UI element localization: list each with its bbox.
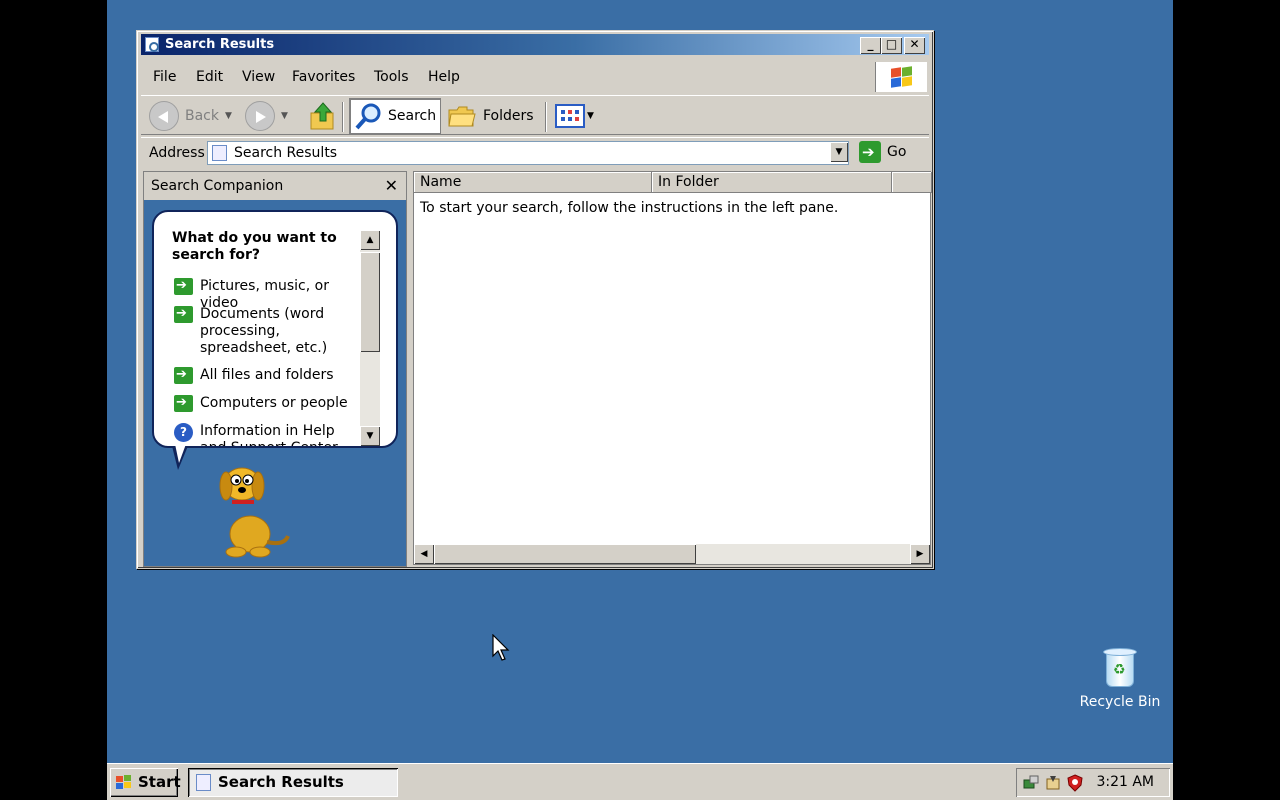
option-computers-people[interactable]: Computers or people [174,394,364,412]
menu-edit[interactable]: Edit [196,69,223,85]
search-dog-icon[interactable] [212,462,292,558]
search-button[interactable]: Search [349,98,441,134]
menu-favorites[interactable]: Favorites [292,69,355,85]
search-window-icon [145,37,159,52]
minimize-button[interactable]: _ [860,37,881,54]
address-label: Address [149,145,205,161]
forward-button[interactable]: ▼ [245,98,288,134]
option-label: Computers or people [200,395,348,411]
forward-arrow-icon [245,101,275,131]
back-dropdown-icon[interactable]: ▼ [225,111,232,121]
column-header-empty [892,172,932,193]
search-results-icon [196,774,211,791]
option-help-support[interactable]: ? Information in Help and Support Center [174,423,344,448]
menu-file[interactable]: File [153,69,176,85]
go-button[interactable]: Go [859,141,906,163]
folders-label: Folders [483,108,534,124]
taskbar: Start Search Results 3:21 AM [107,763,1173,800]
green-arrow-icon [174,366,193,384]
folders-icon [448,106,476,127]
menu-bar: File Edit View Favorites Tools Help [141,62,929,92]
option-documents[interactable]: Documents (word processing, spreadsheet,… [174,305,334,357]
windows-flag-icon [116,775,131,789]
desktop-icon-recycle-bin[interactable]: ♻ Recycle Bin [1072,648,1168,710]
help-question-icon: ? [174,423,193,442]
views-dropdown-icon[interactable]: ▼ [587,111,594,121]
menu-view[interactable]: View [242,69,275,85]
search-balloon: What do you want to search for? Pictures… [152,210,398,448]
go-label: Go [887,144,907,160]
scroll-left-button[interactable]: ◀ [414,544,434,564]
recycle-bin-label: Recycle Bin [1079,694,1161,710]
search-magnifier-icon [355,103,381,130]
column-header-in-folder[interactable]: In Folder [652,172,892,193]
results-horizontal-scrollbar[interactable]: ◀ ▶ [414,544,930,564]
address-input[interactable]: Search Results [207,141,849,165]
green-arrow-icon [174,394,193,412]
balloon-scrollbar[interactable]: ▲ ▼ [360,230,380,446]
toolbar: Back ▼ ▼ Search Folders ▼ [141,95,929,135]
scroll-right-button[interactable]: ▶ [910,544,930,564]
back-label: Back [185,108,219,124]
windows-logo-icon [875,62,927,92]
option-all-files-folders[interactable]: All files and folders [174,366,364,384]
clock[interactable]: 3:21 AM [1096,768,1154,797]
menu-tools[interactable]: Tools [374,69,409,85]
up-folder-icon [310,102,334,130]
column-header-name[interactable]: Name [414,172,652,193]
security-tools-icon[interactable] [1044,774,1062,792]
search-results-icon [212,145,227,161]
folders-button[interactable]: Folders [447,98,534,134]
menu-help[interactable]: Help [428,69,460,85]
search-label: Search [388,108,437,124]
up-folder-button[interactable] [309,98,337,134]
green-arrow-icon [174,305,193,323]
window-title: Search Results [165,37,275,52]
search-results-window: Search Results _ □ ✕ File Edit View Favo… [136,30,934,569]
companion-title: Search Companion [151,178,284,194]
search-question: What do you want to search for? [172,230,337,263]
start-label: Start [138,773,181,791]
start-button[interactable]: Start [110,768,181,797]
back-arrow-icon [149,101,179,131]
back-button[interactable]: Back ▼ [149,98,232,134]
views-icon [555,104,585,128]
scroll-thumb[interactable] [360,252,380,352]
go-arrow-icon [859,141,881,163]
option-label: Documents (word processing, spreadsheet,… [200,306,328,356]
recycle-bin-icon: ♻ [1103,648,1137,688]
taskbar-item-search-results[interactable]: Search Results [188,768,398,797]
address-bar: Address Search Results ▼ Go [141,137,929,167]
balloon-tail-inner [175,444,186,463]
toolbar-separator [342,102,344,132]
system-tray: 3:21 AM [1016,768,1170,797]
maximize-button[interactable]: □ [881,37,902,54]
close-button[interactable]: ✕ [904,37,925,54]
address-value: Search Results [234,145,338,161]
security-shield-icon[interactable] [1066,774,1084,792]
companion-close-icon[interactable]: ✕ [385,172,398,200]
option-label: All files and folders [200,367,334,383]
forward-dropdown-icon[interactable]: ▼ [281,111,288,121]
green-arrow-icon [174,277,193,295]
results-pane: Name In Folder To start your search, fol… [413,171,932,565]
horizontal-scroll-thumb[interactable] [434,544,696,564]
scroll-up-button[interactable]: ▲ [360,230,380,250]
views-button[interactable]: ▼ [555,98,594,134]
companion-header: Search Companion ✕ [144,172,406,200]
task-label: Search Results [218,773,344,791]
search-companion-pane: Search Companion ✕ What do you want to s… [143,171,407,567]
scroll-down-button[interactable]: ▼ [360,426,380,446]
results-instruction-text: To start your search, follow the instruc… [420,200,839,216]
title-bar[interactable]: Search Results _ □ ✕ [141,34,929,55]
option-label: Information in Help and Support Center [200,423,338,448]
address-dropdown-button[interactable]: ▼ [830,142,848,162]
network-icon[interactable] [1022,774,1040,792]
toolbar-separator [545,102,547,132]
